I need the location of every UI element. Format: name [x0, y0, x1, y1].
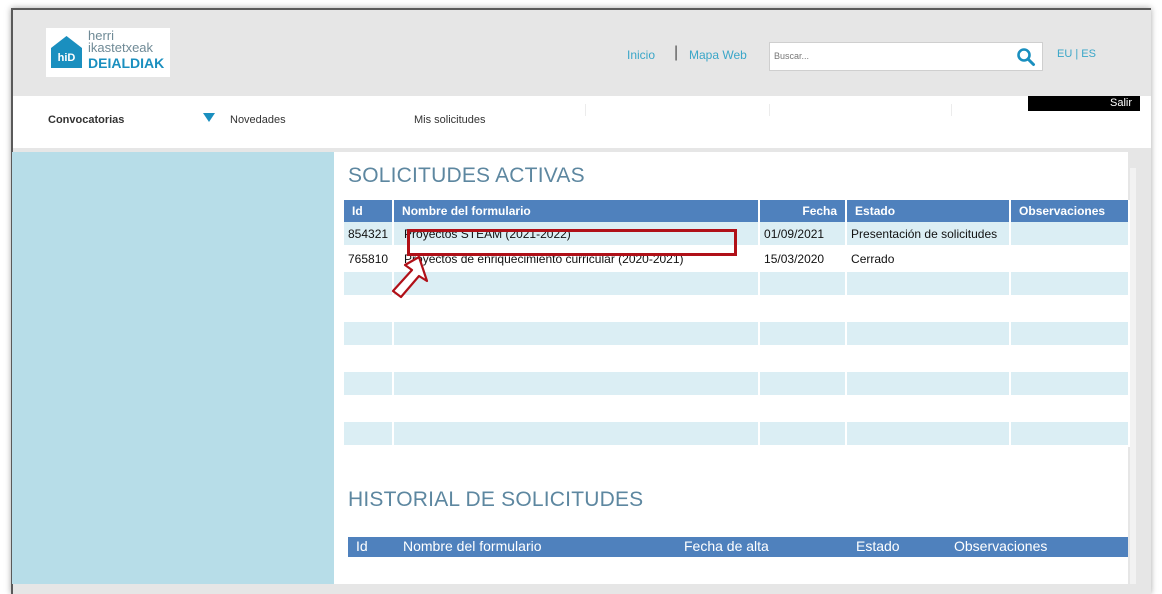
- table-row-empty: [344, 421, 1131, 447]
- highlight-box: [407, 229, 737, 256]
- cell-observaciones: [1010, 246, 1131, 272]
- search-input[interactable]: Buscar...: [769, 42, 1043, 71]
- cell-estado: Cerrado: [846, 246, 1012, 272]
- salir-button[interactable]: Salir: [1028, 96, 1140, 111]
- cell-estado: Presentación de solicitudes: [846, 222, 1012, 247]
- history-column-observaciones: Observaciones: [954, 538, 1048, 554]
- table-row-empty: [344, 396, 1131, 422]
- table-row-empty: [344, 271, 1131, 297]
- logo-mark-icon: hiD: [51, 36, 82, 68]
- table-row-empty: [344, 371, 1131, 397]
- main-nav: Convocatorias Novedades Mis solicitudes …: [13, 96, 1151, 148]
- column-header-observaciones: Observaciones: [1010, 200, 1131, 222]
- history-table-header: Id Nombre del formulario Fecha de alta E…: [348, 537, 1128, 557]
- nav-convocatorias[interactable]: Convocatorias: [48, 114, 124, 126]
- pointer-arrow-icon: [391, 255, 429, 299]
- cell-observaciones: [1010, 222, 1131, 247]
- cell-fecha: 15/03/2020: [759, 246, 848, 272]
- cell-id: 854321: [344, 222, 395, 247]
- inicio-link[interactable]: Inicio: [627, 48, 655, 62]
- nav-divider: [951, 104, 952, 116]
- scroll-track: [1130, 168, 1136, 584]
- logo[interactable]: hiD herri ikastetxeak DEIALDIAK: [46, 28, 170, 77]
- history-column-fecha-alta: Fecha de alta: [684, 538, 769, 554]
- search-placeholder: Buscar...: [774, 51, 810, 61]
- nav-mis-solicitudes[interactable]: Mis solicitudes: [414, 114, 486, 126]
- header: hiD herri ikastetxeak DEIALDIAK Inicio |…: [13, 10, 1151, 96]
- chevron-down-icon[interactable]: [203, 113, 215, 122]
- nav-divider: [769, 104, 770, 116]
- logo-text-line2: ikastetxeak: [88, 40, 154, 55]
- column-header-estado: Estado: [846, 200, 1012, 222]
- history-column-id: Id: [356, 538, 368, 554]
- active-requests-title: SOLICITUDES ACTIVAS: [348, 164, 585, 187]
- table-row-empty: [344, 346, 1131, 372]
- cell-fecha: 01/09/2021: [759, 222, 848, 247]
- link-separator: |: [674, 44, 679, 61]
- column-header-fecha: Fecha: [759, 200, 848, 222]
- history-title: HISTORIAL DE SOLICITUDES: [348, 488, 644, 511]
- nav-novedades[interactable]: Novedades: [230, 114, 286, 126]
- history-column-estado: Estado: [856, 538, 900, 554]
- column-header-nombre: Nombre del formulario: [393, 200, 761, 222]
- nav-divider: [585, 104, 586, 116]
- svg-text:hiD: hiD: [58, 52, 76, 64]
- sidebar: [12, 152, 334, 584]
- language-switch[interactable]: EU | ES: [1057, 48, 1096, 60]
- search-icon[interactable]: [1016, 47, 1036, 67]
- table-row-empty: [344, 296, 1131, 322]
- history-column-nombre: Nombre del formulario: [403, 538, 542, 554]
- table-row-empty: [344, 321, 1131, 347]
- mapa-web-link[interactable]: Mapa Web: [689, 48, 747, 62]
- column-header-id: Id: [344, 200, 395, 222]
- logo-text-line3: DEIALDIAK: [88, 55, 165, 71]
